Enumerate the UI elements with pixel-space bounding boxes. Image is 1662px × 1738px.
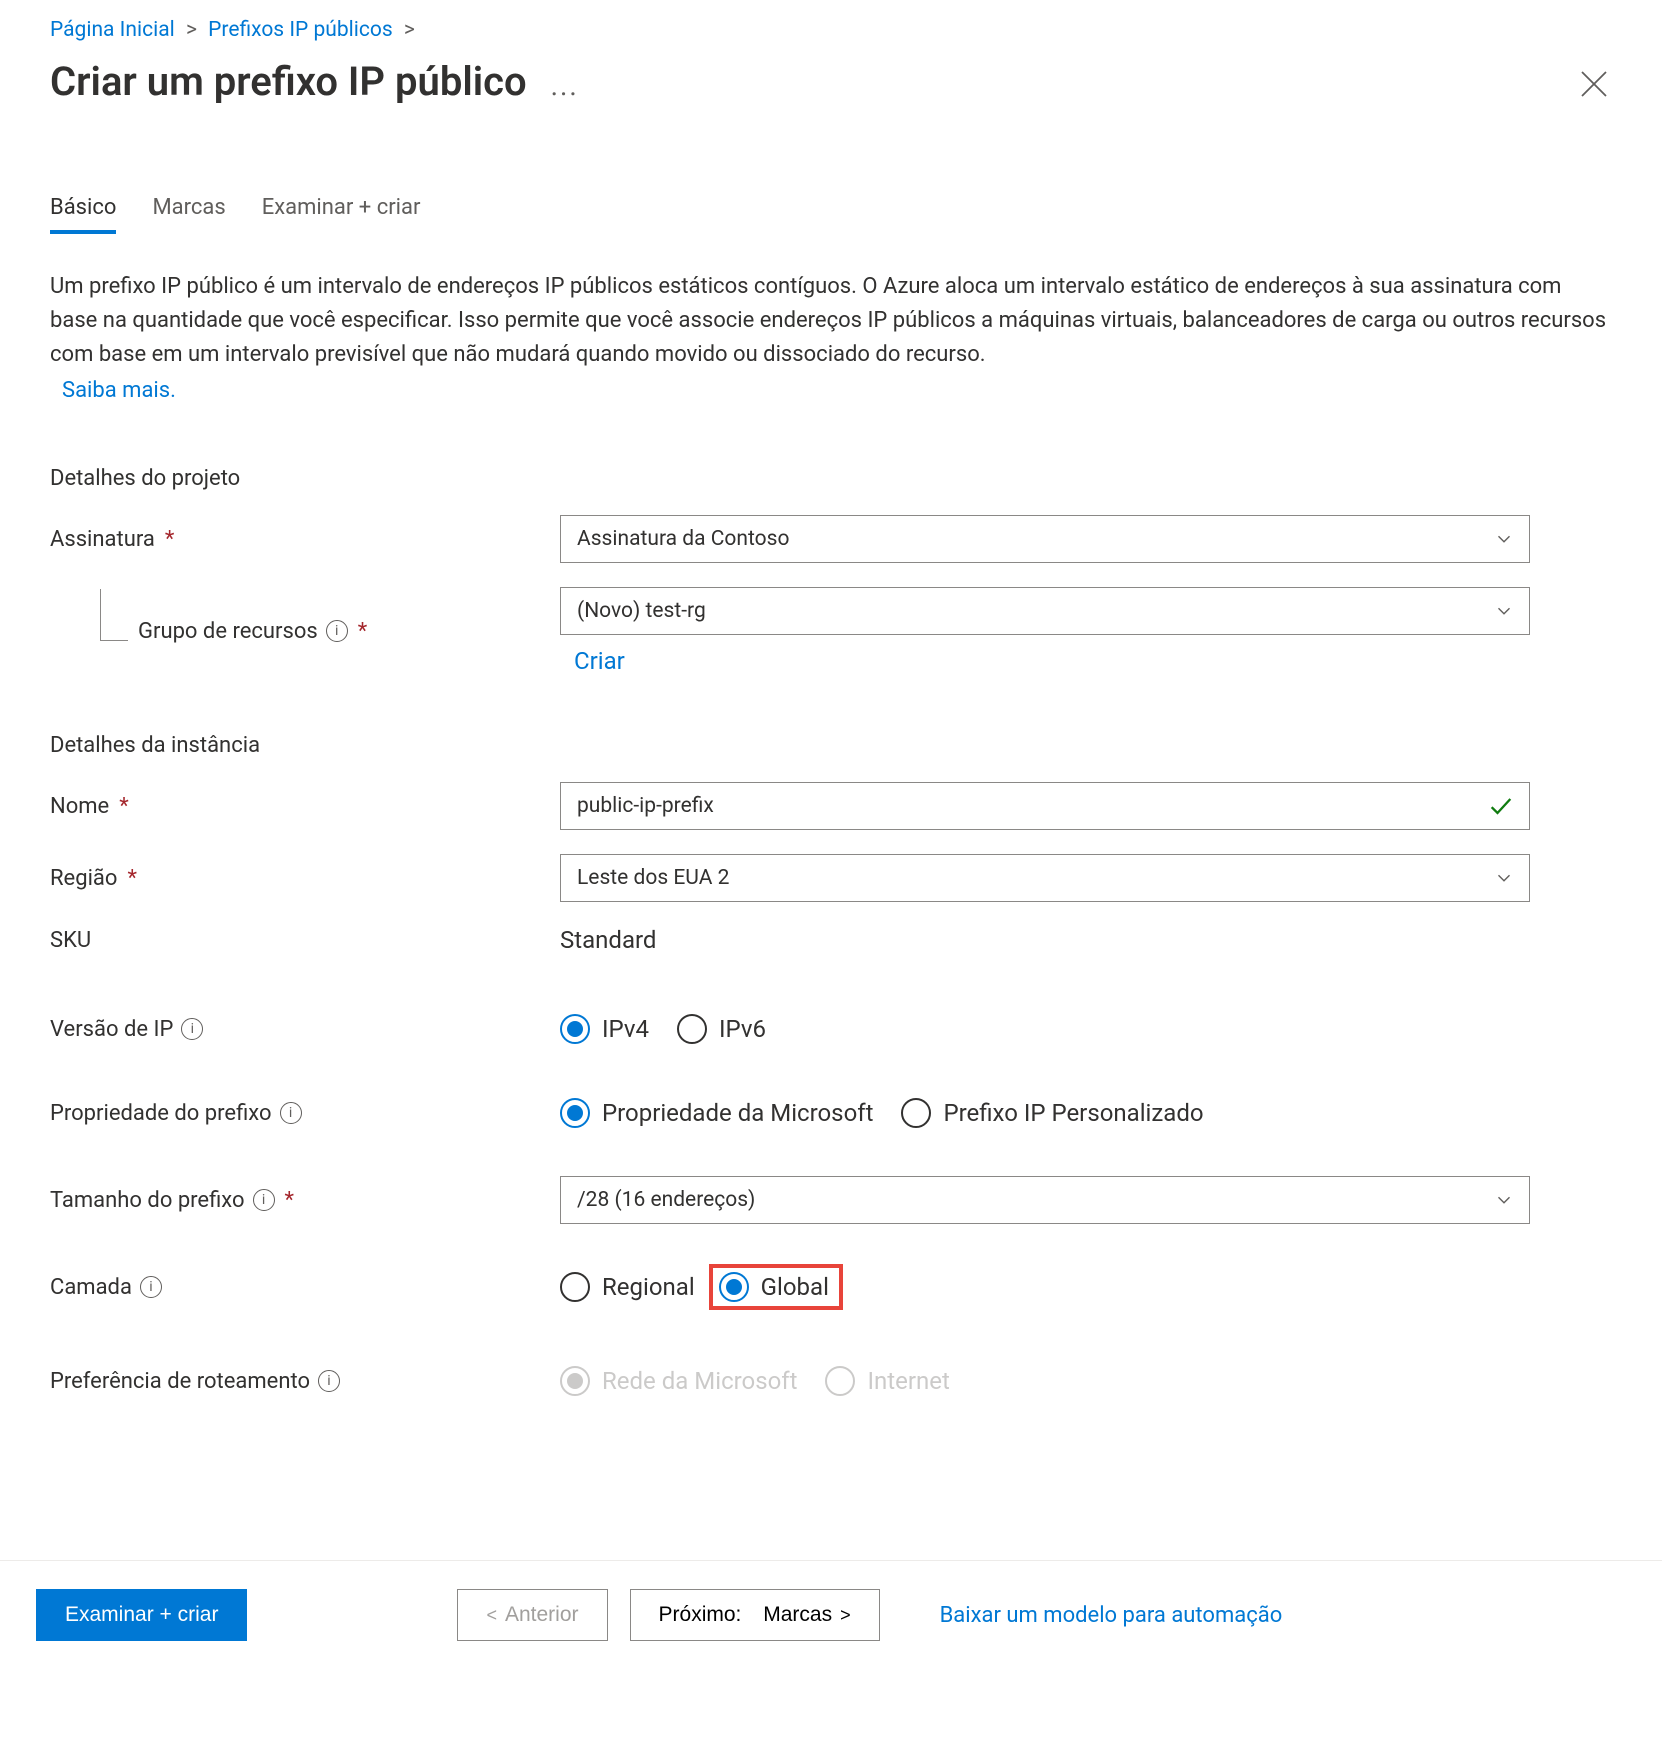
chevron-left-icon: < [486, 1605, 497, 1626]
chevron-right-icon: > [840, 1605, 851, 1626]
info-icon[interactable]: i [318, 1370, 340, 1392]
tab-review-create[interactable]: Examinar + criar [262, 195, 421, 234]
resource-group-dropdown[interactable]: (Novo) test-rg [560, 587, 1530, 635]
chevron-right-icon: > [404, 18, 415, 42]
review-create-button[interactable]: Examinar + criar [36, 1589, 247, 1641]
label-name: Nome* [50, 794, 560, 819]
label-region: Região* [50, 866, 560, 891]
tab-tags[interactable]: Marcas [152, 195, 225, 234]
download-template-link[interactable]: Baixar um modelo para automação [940, 1603, 1283, 1628]
intro-text: Um prefixo IP público é um intervalo de … [50, 270, 1612, 408]
tier-radio-group: Regional Global [560, 1264, 1530, 1310]
page-header: Criar um prefixo IP público ... [0, 50, 1662, 125]
prefix-ownership-radio-group: Propriedade da Microsoft Prefixo IP Pers… [560, 1098, 1530, 1128]
breadcrumb-parent[interactable]: Prefixos IP públicos [208, 18, 393, 42]
prefix-size-dropdown[interactable]: /28 (16 endereços) [560, 1176, 1530, 1224]
close-icon[interactable] [1576, 66, 1612, 102]
subscription-dropdown[interactable]: Assinatura da Contoso [560, 515, 1530, 563]
radio-microsoft-owned[interactable]: Propriedade da Microsoft [560, 1098, 873, 1128]
radio-global[interactable]: Global [719, 1272, 829, 1302]
checkmark-icon [1487, 792, 1515, 820]
learn-more-link[interactable]: Saiba mais. [62, 374, 176, 408]
label-tier: Camada i [50, 1275, 560, 1300]
info-icon[interactable]: i [326, 620, 348, 642]
label-routing-preference: Preferência de roteamento i [50, 1369, 560, 1394]
label-subscription: Assinatura* [50, 527, 560, 552]
routing-preference-radio-group: Rede da Microsoft Internet [560, 1366, 1530, 1396]
label-prefix-ownership: Propriedade do prefixo i [50, 1101, 560, 1126]
breadcrumb-home[interactable]: Página Inicial [50, 18, 175, 42]
info-icon[interactable]: i [140, 1276, 162, 1298]
label-ip-version: Versão de IP i [50, 1017, 560, 1042]
page-title: Criar um prefixo IP público [50, 58, 527, 105]
breadcrumb: Página Inicial > Prefixos IP públicos > [0, 0, 1662, 50]
next-button[interactable]: Próximo: Marcas > [630, 1589, 880, 1641]
chevron-down-icon [1493, 1189, 1515, 1211]
radio-internet: Internet [825, 1366, 949, 1396]
more-button[interactable]: ... [551, 61, 579, 102]
label-prefix-size: Tamanho do prefixo i* [50, 1188, 560, 1213]
footer: Examinar + criar < Anterior Próximo: Mar… [0, 1560, 1662, 1669]
info-icon[interactable]: i [181, 1018, 203, 1040]
label-sku: SKU [50, 928, 560, 953]
radio-regional[interactable]: Regional [560, 1272, 695, 1302]
tabs: Básico Marcas Examinar + criar [50, 195, 1612, 234]
radio-microsoft-network: Rede da Microsoft [560, 1366, 797, 1396]
region-dropdown[interactable]: Leste dos EUA 2 [560, 854, 1530, 902]
section-project-details: Detalhes do projeto [50, 466, 1612, 491]
sku-value: Standard [560, 926, 1530, 954]
name-input[interactable]: public-ip-prefix [560, 782, 1530, 830]
info-icon[interactable]: i [253, 1189, 275, 1211]
ip-version-radio-group: IPv4 IPv6 [560, 1014, 1530, 1044]
chevron-down-icon [1493, 528, 1515, 550]
highlighted-global-option: Global [709, 1264, 843, 1310]
chevron-down-icon [1493, 867, 1515, 889]
info-icon[interactable]: i [280, 1102, 302, 1124]
chevron-right-icon: > [186, 18, 197, 42]
radio-custom-prefix[interactable]: Prefixo IP Personalizado [901, 1098, 1203, 1128]
create-new-rg-link[interactable]: Criar [574, 647, 1530, 675]
tab-basic[interactable]: Básico [50, 195, 116, 234]
chevron-down-icon [1493, 600, 1515, 622]
radio-ipv4[interactable]: IPv4 [560, 1014, 649, 1044]
radio-ipv6[interactable]: IPv6 [677, 1014, 766, 1044]
previous-button: < Anterior [457, 1589, 607, 1641]
section-instance-details: Detalhes da instância [50, 733, 1612, 758]
label-resource-group: Grupo de recursos i* [50, 619, 560, 644]
